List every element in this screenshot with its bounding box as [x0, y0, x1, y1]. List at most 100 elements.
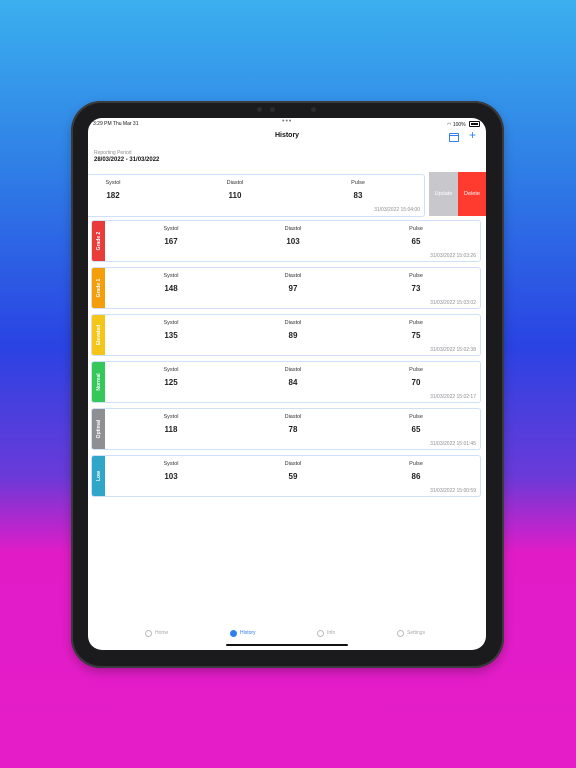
diastol-label: Diastol — [284, 226, 302, 232]
systol-value: 125 — [164, 378, 178, 387]
home-indicator[interactable] — [226, 644, 348, 646]
systol-value: 135 — [164, 331, 178, 340]
add-record-button[interactable]: + — [469, 129, 476, 141]
grade-badge: Normal — [92, 362, 105, 402]
calendar-icon[interactable] — [449, 133, 459, 142]
tab-bar: Home History Info Settings — [88, 626, 486, 650]
record-timestamp: 31/03/2022 15:03:02 — [430, 300, 476, 306]
delete-button[interactable]: Delete — [458, 172, 486, 216]
tab-home[interactable]: Home — [145, 630, 168, 637]
diastol-value: 59 — [288, 472, 298, 481]
record-card[interactable]: Normal Systol 125 Diastol 84 Pulse 70 31/03/202… — [91, 361, 481, 403]
grade-label: Grade 1 — [95, 278, 102, 298]
battery-percent: 100% — [452, 122, 466, 128]
grade-label: Normal — [95, 373, 102, 391]
grade-badge: Grade 1 — [92, 268, 105, 308]
diastol-value: 89 — [288, 331, 298, 340]
pulse-label: Pulse — [409, 461, 423, 467]
diastol-value: 84 — [288, 378, 298, 387]
systol-value: 118 — [164, 425, 178, 434]
diastol-label: Diastol — [226, 180, 244, 186]
grade-label: Grade 2 — [95, 231, 102, 251]
pulse-label: Pulse — [409, 414, 423, 420]
app-screen: 3:29 PM Thu Mar 31 ••• ◠ 100% History + … — [88, 118, 486, 650]
status-right: ◠ 100% — [447, 121, 480, 128]
pulse-value: 70 — [411, 378, 421, 387]
grade-label: Low — [95, 471, 102, 481]
grade-badge: Grade 2 — [92, 221, 105, 261]
tab-info[interactable]: Info — [317, 630, 335, 637]
tab-label: Info — [327, 630, 336, 636]
systol-label: Systol — [163, 461, 179, 467]
history-icon — [230, 630, 237, 637]
grade-label: Optimal — [95, 419, 102, 439]
record-card[interactable]: Low Systol 103 Diastol 59 Pulse 86 31/03/2022 1… — [91, 455, 481, 497]
diastol-label: Diastol — [284, 461, 302, 467]
diastol-value: 97 — [288, 284, 298, 293]
pulse-label: Pulse — [351, 180, 365, 186]
info-icon — [317, 630, 324, 637]
sensor-dot — [311, 107, 316, 112]
battery-icon — [469, 121, 480, 127]
diastol-label: Diastol — [284, 414, 302, 420]
record-card[interactable]: Optimal Systol 118 Diastol 78 Pulse 65 31/03/20… — [91, 408, 481, 450]
reporting-period-value[interactable]: 28/03/2022 - 31/03/2022 — [94, 157, 159, 163]
systol-value: 148 — [164, 284, 178, 293]
tab-settings[interactable]: Settings — [397, 630, 425, 637]
record-card[interactable]: Elevated Systol 135 Diastol 89 Pulse 75 31/03/2… — [91, 314, 481, 356]
reporting-period-label: Reporting Period — [94, 150, 132, 156]
record-timestamp: 31/03/2022 15:04:00 — [374, 207, 420, 213]
pulse-value: 73 — [411, 284, 421, 293]
pulse-label: Pulse — [409, 226, 423, 232]
status-time: 3:29 PM Thu Mar 31 — [93, 121, 139, 127]
wifi-icon: ◠ — [447, 122, 452, 128]
systol-label: Systol — [163, 414, 179, 420]
grade-badge: Low — [92, 456, 105, 496]
diastol-value: 103 — [286, 237, 300, 246]
tab-label: Settings — [407, 630, 426, 636]
update-button[interactable]: Update — [429, 172, 458, 216]
systol-value: 103 — [164, 472, 178, 481]
camera-lens — [270, 107, 275, 112]
tab-label: Home — [155, 630, 169, 636]
pulse-value: 75 — [411, 331, 421, 340]
systol-label: Systol — [163, 320, 179, 326]
record-card[interactable]: Grade 1 Systol 148 Diastol 97 Pulse 73 31/03/20… — [91, 267, 481, 309]
systol-value: 167 — [164, 237, 178, 246]
page-title: History — [274, 132, 300, 139]
pulse-label: Pulse — [409, 320, 423, 326]
swiped-record-card[interactable]: Systol 182 Diastol 110 Pulse 83 31/03/20… — [88, 174, 425, 217]
systol-label: Systol — [163, 226, 179, 232]
settings-icon — [397, 630, 404, 637]
record-timestamp: 31/03/2022 15:00:59 — [430, 488, 476, 494]
diastol-value: 110 — [228, 191, 242, 200]
systol-label: Systol — [105, 180, 121, 186]
record-card[interactable]: Grade 2 Systol 167 Diastol 103 Pulse 65 31/03/2… — [91, 220, 481, 262]
diastol-label: Diastol — [284, 320, 302, 326]
pulse-label: Pulse — [409, 273, 423, 279]
diastol-label: Diastol — [284, 273, 302, 279]
systol-label: Systol — [163, 367, 179, 373]
pulse-value: 83 — [353, 191, 363, 200]
record-timestamp: 31/03/2022 15:01:45 — [430, 441, 476, 447]
systol-value: 182 — [106, 191, 120, 200]
record-timestamp: 31/03/2022 15:02:17 — [430, 394, 476, 400]
record-timestamp: 31/03/2022 15:02:38 — [430, 347, 476, 353]
tab-label: History — [240, 630, 256, 636]
status-bar: 3:29 PM Thu Mar 31 ••• ◠ 100% — [88, 118, 486, 128]
pulse-value: 65 — [411, 425, 421, 434]
diastol-label: Diastol — [284, 367, 302, 373]
home-icon — [145, 630, 152, 637]
diastol-value: 78 — [288, 425, 298, 434]
pulse-value: 86 — [411, 472, 421, 481]
systol-label: Systol — [163, 273, 179, 279]
multitasking-dots[interactable]: ••• — [282, 118, 292, 125]
pulse-label: Pulse — [409, 367, 423, 373]
grade-badge: Optimal — [92, 409, 105, 449]
grade-badge: Elevated — [92, 315, 105, 355]
sensor-dot — [257, 107, 262, 112]
pulse-value: 65 — [411, 237, 421, 246]
record-timestamp: 31/03/2022 15:03:26 — [430, 253, 476, 259]
tab-history[interactable]: History — [230, 630, 256, 637]
grade-label: Elevated — [95, 324, 102, 346]
